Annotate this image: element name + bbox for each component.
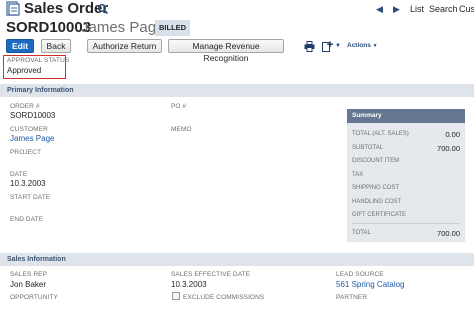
opportunity-label: OPPORTUNITY: [10, 294, 58, 301]
nav-customize-link[interactable]: Cus: [459, 3, 474, 15]
back-button[interactable]: Back: [41, 39, 71, 53]
lead-source-link[interactable]: 561 Spring Catalog: [336, 280, 405, 290]
date-label: DATE: [10, 171, 28, 178]
manage-revenue-recognition-button[interactable]: Manage Revenue Recognition: [168, 39, 284, 63]
customer-link[interactable]: James Page: [10, 134, 54, 144]
nav-list-link[interactable]: List: [410, 3, 424, 15]
summary-row: HANDLING COST: [352, 197, 460, 208]
memo-label: MEMO: [171, 126, 192, 133]
summary-row-label: HANDLING COST: [352, 199, 402, 205]
approval-status-value: Approved: [7, 66, 42, 75]
end-date-label: END DATE: [10, 216, 44, 223]
sales-rep-value: Jon Baker: [10, 280, 47, 289]
caret-down-icon: ▼: [372, 43, 378, 49]
record-number: SORD10003: [6, 19, 92, 36]
status-badge: BILLED: [155, 20, 191, 36]
summary-row-value: 0.00: [445, 130, 460, 139]
sales-effective-date-value: 10.3.2003: [171, 280, 207, 289]
nav-search-link[interactable]: Search: [429, 3, 458, 15]
summary-total-label: TOTAL: [352, 230, 371, 236]
exclude-commissions-label: EXCLUDE COMMISSIONS: [183, 294, 265, 301]
primary-information-header[interactable]: Primary Information: [0, 84, 474, 97]
summary-total-value: 700.00: [437, 229, 460, 238]
actions-menu[interactable]: Actions ▼: [347, 41, 378, 51]
customer-label: CUSTOMER: [10, 126, 48, 133]
start-date-label: START DATE: [10, 194, 51, 201]
summary-row-value: 700.00: [437, 144, 460, 153]
forward-arrow-icon[interactable]: ▶: [393, 3, 400, 15]
lead-source-label: LEAD SOURCE: [336, 271, 384, 278]
summary-row-label: SHIPPING COST: [352, 185, 400, 191]
record-customer-name: James Page: [81, 19, 165, 36]
summary-row: DISCOUNT ITEM: [352, 156, 460, 167]
summary-row-label: TOTAL (ALT. SALES): [352, 131, 409, 137]
summary-row-label: SUBTOTAL: [352, 145, 384, 151]
date-value: 10.3.2003: [10, 179, 46, 188]
add-icon[interactable]: [322, 41, 333, 52]
sales-information-header[interactable]: Sales Information: [0, 253, 474, 266]
summary-row: TAX: [352, 170, 460, 181]
order-number-label: ORDER #: [10, 103, 40, 110]
summary-row: SHIPPING COST: [352, 183, 460, 194]
summary-header: Summary: [347, 109, 465, 123]
page-title: Sales Order: [24, 0, 109, 17]
summary-row-label: GIFT CERTIFICATE: [352, 212, 407, 218]
exclude-commissions-checkbox[interactable]: [172, 292, 180, 300]
order-number-value: SORD10003: [10, 111, 56, 120]
summary-panel: Summary TOTAL (ALT. SALES) 0.00 SUBTOTAL…: [347, 109, 465, 242]
summary-row: GIFT CERTIFICATE: [352, 210, 460, 221]
actions-menu-label: Actions: [347, 42, 371, 49]
project-label: PROJECT: [10, 149, 42, 156]
summary-row: SUBTOTAL 700.00: [352, 143, 460, 154]
caret-down-icon[interactable]: ▼: [335, 42, 341, 50]
print-icon[interactable]: [304, 41, 315, 52]
summary-row-label: DISCOUNT ITEM: [352, 158, 400, 164]
summary-row: TOTAL (ALT. SALES) 0.00: [352, 129, 460, 140]
approval-status-label: APPROVAL STATUS: [7, 57, 70, 64]
sales-order-icon: [6, 1, 20, 16]
partner-label: PARTNER: [336, 294, 368, 301]
summary-divider: [352, 223, 460, 224]
sales-rep-label: SALES REP: [10, 271, 48, 278]
po-number-label: PO #: [171, 103, 187, 110]
summary-row-label: TAX: [352, 172, 364, 178]
edit-button[interactable]: Edit: [6, 39, 34, 53]
sales-effective-date-label: SALES EFFECTIVE DATE: [171, 271, 251, 278]
authorize-return-button[interactable]: Authorize Return: [87, 39, 162, 53]
summary-total-row: TOTAL 700.00: [352, 228, 460, 239]
back-arrow-icon[interactable]: ◀: [376, 3, 383, 15]
search-icon[interactable]: [97, 3, 109, 15]
